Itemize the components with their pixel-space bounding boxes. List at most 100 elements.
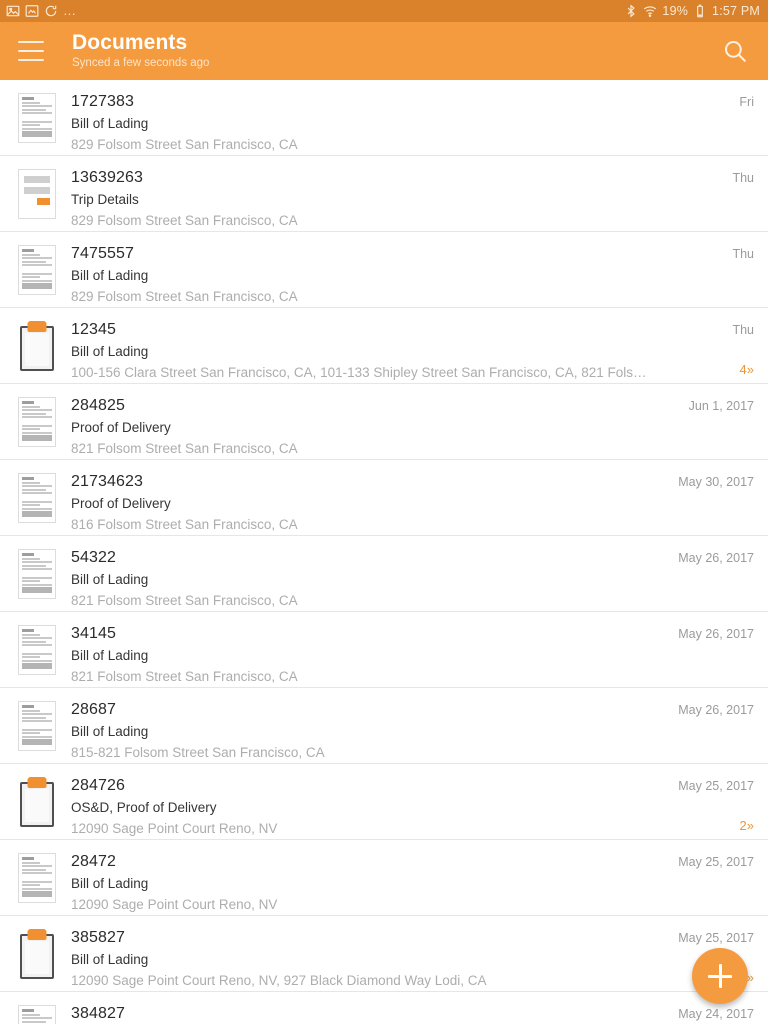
document-thumbnail — [14, 167, 60, 219]
document-id: 28687 — [71, 701, 116, 718]
document-date: Thu — [732, 171, 754, 185]
document-date: May 26, 2017 — [678, 703, 754, 717]
document-thumbnail — [14, 243, 60, 295]
document-text-block: 385827 Bill of Lading 12090 Sage Point Cou… — [60, 927, 658, 991]
document-text-block: 13639263 Trip Details 829 Folsom Street Sa… — [60, 167, 658, 231]
wifi-icon — [644, 6, 657, 17]
status-bar-right: 19% 1:57 PM — [624, 4, 760, 18]
document-address: 12090 Sage Point Court Reno, NV — [71, 821, 278, 836]
app-bar: Documents Synced a few seconds ago — [0, 22, 768, 80]
search-button[interactable] — [718, 34, 752, 68]
clipboard-thumbnail-icon — [18, 777, 56, 827]
search-icon — [724, 40, 746, 62]
document-id: 284726 — [71, 777, 125, 794]
document-type: Bill of Lading — [71, 952, 149, 967]
document-address: 829 Folsom Street San Francisco, CA — [71, 289, 298, 304]
status-bar: … 19% 1:57 PM — [0, 0, 768, 22]
document-meta: May 26, 2017 — [658, 623, 754, 643]
app-bar-titles: Documents Synced a few seconds ago — [72, 31, 209, 71]
document-list-item[interactable]: 28687 Bill of Lading 815-821 Folsom Street… — [0, 688, 768, 764]
document-id: 385827 — [71, 929, 125, 946]
document-list-item[interactable]: 384827 May 24, 2017 — [0, 992, 768, 1024]
document-text-block: 12345 Bill of Lading 100-156 Clara Street … — [60, 319, 658, 383]
document-address: 816 Folsom Street San Francisco, CA — [71, 517, 298, 532]
document-list-item[interactable]: 12345 Bill of Lading 100-156 Clara Street … — [0, 308, 768, 384]
document-page-thumbnail-icon — [18, 1005, 56, 1024]
sync-icon — [45, 5, 57, 17]
document-thumbnail — [14, 623, 60, 675]
document-text-block: 28687 Bill of Lading 815-821 Folsom Street… — [60, 699, 658, 763]
document-text-block: 28472 Bill of Lading 12090 Sage Point Cour… — [60, 851, 658, 915]
document-page-thumbnail-icon — [18, 93, 56, 143]
document-date: Jun 1, 2017 — [688, 399, 754, 413]
document-date: Thu — [732, 247, 754, 261]
document-meta: Thu 4» — [658, 319, 754, 380]
document-date: Thu — [732, 323, 754, 337]
document-id: 54322 — [71, 549, 116, 566]
document-list-item[interactable]: 34145 Bill of Lading 821 Folsom Street San… — [0, 612, 768, 688]
document-address: 829 Folsom Street San Francisco, CA — [71, 137, 298, 152]
document-page-thumbnail-icon — [18, 625, 56, 675]
document-type: Bill of Lading — [71, 876, 149, 891]
document-list-item[interactable]: 21734623 Proof of Delivery 816 Folsom Stre… — [0, 460, 768, 536]
document-text-block: 384827 — [60, 1003, 658, 1024]
document-list-item[interactable]: 13639263 Trip Details 829 Folsom Street Sa… — [0, 156, 768, 232]
document-page-thumbnail-icon — [18, 853, 56, 903]
document-list-item[interactable]: 7475557 Bill of Lading 829 Folsom Street S… — [0, 232, 768, 308]
document-type: Bill of Lading — [71, 572, 149, 587]
document-address: 12090 Sage Point Court Reno, NV — [71, 897, 278, 912]
document-type: Proof of Delivery — [71, 496, 171, 511]
document-id: 13639263 — [71, 169, 143, 186]
clipboard-thumbnail-icon — [18, 321, 56, 371]
plus-icon-vertical — [718, 964, 722, 988]
document-attachment-count[interactable]: 4» — [658, 360, 754, 380]
document-thumbnail — [14, 471, 60, 523]
document-date: May 25, 2017 — [678, 931, 754, 945]
document-thumbnail — [14, 395, 60, 447]
gallery-icon — [25, 5, 39, 17]
document-id: 384827 — [71, 1005, 125, 1022]
document-meta: Thu — [658, 243, 754, 263]
document-address: 821 Folsom Street San Francisco, CA — [71, 441, 298, 456]
document-address: 12090 Sage Point Court Reno, NV, 927 Bla… — [71, 973, 487, 988]
document-list-item[interactable]: 385827 Bill of Lading 12090 Sage Point Cou… — [0, 916, 768, 992]
document-id: 284825 — [71, 397, 125, 414]
document-list-item[interactable]: 54322 Bill of Lading 821 Folsom Street San… — [0, 536, 768, 612]
document-page-thumbnail-icon — [18, 549, 56, 599]
trip-details-thumbnail-icon — [18, 169, 56, 219]
documents-list[interactable]: 1727383 Bill of Lading 829 Folsom Street S… — [0, 80, 768, 1024]
clock-label: 1:57 PM — [712, 4, 760, 18]
document-page-thumbnail-icon — [18, 473, 56, 523]
document-list-item[interactable]: 1727383 Bill of Lading 829 Folsom Street S… — [0, 80, 768, 156]
document-id: 1727383 — [71, 93, 134, 110]
document-attachment-count[interactable]: 2» — [658, 816, 754, 836]
add-document-fab[interactable] — [692, 948, 748, 1004]
document-text-block: 34145 Bill of Lading 821 Folsom Street San… — [60, 623, 658, 687]
bluetooth-icon — [628, 4, 636, 18]
hamburger-menu-icon[interactable] — [18, 41, 44, 61]
document-thumbnail — [14, 699, 60, 751]
document-page-thumbnail-icon — [18, 397, 56, 447]
document-type: Bill of Lading — [71, 648, 149, 663]
document-date: Fri — [739, 95, 754, 109]
document-type: OS&D, Proof of Delivery — [71, 800, 217, 815]
document-text-block: 54322 Bill of Lading 821 Folsom Street San… — [60, 547, 658, 611]
document-page-thumbnail-icon — [18, 245, 56, 295]
clipboard-thumbnail-icon — [18, 929, 56, 979]
document-list-item[interactable]: 28472 Bill of Lading 12090 Sage Point Cour… — [0, 840, 768, 916]
document-meta: May 25, 2017 2» — [658, 775, 754, 836]
document-meta: May 25, 2017 — [658, 851, 754, 871]
document-text-block: 284726 OS&D, Proof of Delivery 12090 Sage … — [60, 775, 658, 839]
document-type: Bill of Lading — [71, 116, 149, 131]
document-text-block: 284825 Proof of Delivery 821 Folsom Street… — [60, 395, 658, 459]
image-icon — [6, 5, 20, 17]
status-bar-left-icons: … — [6, 4, 77, 18]
document-date: May 26, 2017 — [678, 551, 754, 565]
document-list-item[interactable]: 284825 Proof of Delivery 821 Folsom Street… — [0, 384, 768, 460]
document-id: 7475557 — [71, 245, 134, 262]
document-address: 821 Folsom Street San Francisco, CA — [71, 669, 298, 684]
document-type: Bill of Lading — [71, 724, 149, 739]
document-list-item[interactable]: 284726 OS&D, Proof of Delivery 12090 Sage … — [0, 764, 768, 840]
document-thumbnail — [14, 547, 60, 599]
document-type: Proof of Delivery — [71, 420, 171, 435]
